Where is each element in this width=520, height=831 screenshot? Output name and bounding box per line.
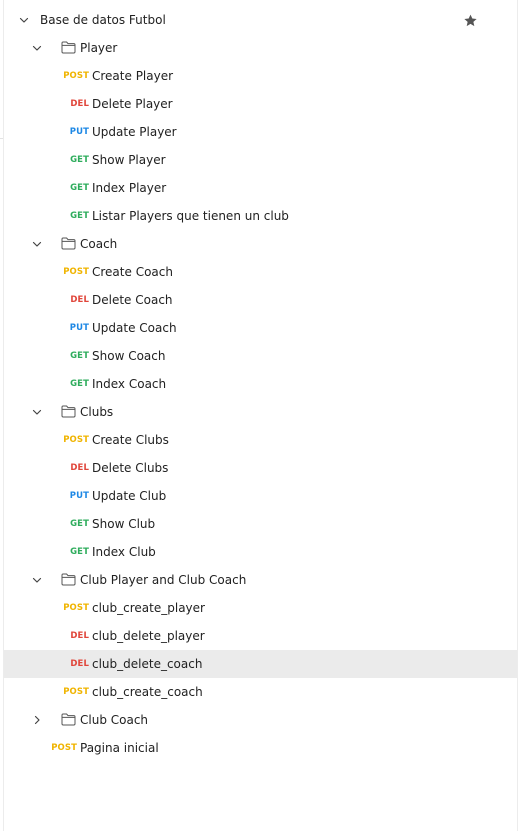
method-badge-put: PUT (69, 491, 89, 501)
folder-name: Club Coach (80, 713, 149, 727)
request-name: Index Coach (92, 377, 167, 391)
method-badge-post: POST (63, 267, 89, 277)
chevron-down-icon[interactable] (18, 14, 30, 26)
request-row-show-player[interactable]: GET Show Player (4, 146, 517, 174)
method-badge-delete: DEL (70, 631, 89, 641)
request-name: Index Club (92, 545, 156, 559)
chevron-down-icon[interactable] (31, 574, 43, 586)
chevron-right-icon[interactable] (31, 714, 43, 726)
request-row-delete-coach[interactable]: DEL Delete Coach (4, 286, 517, 314)
method-badge-put: PUT (69, 127, 89, 137)
request-name: Update Coach (92, 321, 177, 335)
request-row-update-coach[interactable]: PUT Update Coach (4, 314, 517, 342)
method-badge-post: POST (63, 687, 89, 697)
request-row-pagina-inicial[interactable]: POST Pagina inicial (4, 734, 517, 762)
request-name: Show Coach (92, 349, 166, 363)
request-row-listar-players-que-tienen-un-club[interactable]: GET Listar Players que tienen un club (4, 202, 517, 230)
collection-row[interactable]: Base de datos Futbol (4, 6, 517, 34)
request-row-show-club[interactable]: GET Show Club (4, 510, 517, 538)
request-name: Update Club (92, 489, 167, 503)
chevron-down-icon[interactable] (31, 238, 43, 250)
request-row-create-player[interactable]: POST Create Player (4, 62, 517, 90)
request-row-update-player[interactable]: PUT Update Player (4, 118, 517, 146)
request-row-club-delete-player[interactable]: DEL club_delete_player (4, 622, 517, 650)
request-row-club-create-player[interactable]: POST club_create_player (4, 594, 517, 622)
request-name: club_delete_player (92, 629, 205, 643)
folder-row-club-player-and-club-coach[interactable]: Club Player and Club Coach (4, 566, 517, 594)
request-name: club_create_coach (92, 685, 203, 699)
request-name: Update Player (92, 125, 177, 139)
method-badge-post: POST (63, 603, 89, 613)
folder-icon (61, 237, 76, 250)
method-badge-get: GET (70, 519, 89, 529)
request-name: Delete Coach (92, 293, 173, 307)
request-name: club_create_player (92, 601, 205, 615)
request-row-create-coach[interactable]: POST Create Coach (4, 258, 517, 286)
request-row-club-create-coach[interactable]: POST club_create_coach (4, 678, 517, 706)
folder-icon (61, 713, 76, 726)
request-name: Delete Clubs (92, 461, 169, 475)
folder-name: Club Player and Club Coach (80, 573, 247, 587)
request-name: Create Player (92, 69, 174, 83)
collection-name: Base de datos Futbol (40, 13, 166, 27)
request-name: Delete Player (92, 97, 173, 111)
folder-name: Player (80, 41, 118, 55)
request-row-show-coach[interactable]: GET Show Coach (4, 342, 517, 370)
method-badge-delete: DEL (70, 659, 89, 669)
method-badge-get: GET (70, 211, 89, 221)
request-name: Create Coach (92, 265, 173, 279)
request-row-club-delete-coach[interactable]: DEL club_delete_coach (4, 650, 517, 678)
request-name: Show Player (92, 153, 166, 167)
request-name: club_delete_coach (92, 657, 203, 671)
method-badge-get: GET (70, 183, 89, 193)
folder-name: Clubs (80, 405, 114, 419)
method-badge-delete: DEL (70, 463, 89, 473)
method-badge-get: GET (70, 155, 89, 165)
request-row-index-club[interactable]: GET Index Club (4, 538, 517, 566)
folder-icon (61, 573, 76, 586)
method-badge-delete: DEL (70, 295, 89, 305)
request-name: Index Player (92, 181, 167, 195)
chevron-down-icon[interactable] (31, 42, 43, 54)
method-badge-post: POST (51, 743, 77, 753)
folder-row-clubs[interactable]: Clubs (4, 398, 517, 426)
star-icon[interactable] (463, 13, 478, 28)
method-badge-put: PUT (69, 323, 89, 333)
request-name: Show Club (92, 517, 156, 531)
collection-sidebar: Base de datos Futbol Player POST Create Pl… (3, 0, 518, 831)
method-badge-delete: DEL (70, 99, 89, 109)
request-row-create-clubs[interactable]: POST Create Clubs (4, 426, 517, 454)
method-badge-get: GET (70, 547, 89, 557)
folder-row-club-coach[interactable]: Club Coach (4, 706, 517, 734)
request-name: Pagina inicial (80, 741, 159, 755)
method-badge-post: POST (63, 71, 89, 81)
method-badge-get: GET (70, 379, 89, 389)
request-name: Listar Players que tienen un club (92, 209, 289, 223)
request-row-delete-player[interactable]: DEL Delete Player (4, 90, 517, 118)
method-badge-get: GET (70, 351, 89, 361)
folder-row-player[interactable]: Player (4, 34, 517, 62)
request-row-update-club[interactable]: PUT Update Club (4, 482, 517, 510)
chevron-down-icon[interactable] (31, 406, 43, 418)
request-row-index-player[interactable]: GET Index Player (4, 174, 517, 202)
folder-name: Coach (80, 237, 118, 251)
folder-icon (61, 405, 76, 418)
request-name: Create Clubs (92, 433, 169, 447)
folder-icon (61, 41, 76, 54)
request-row-index-coach[interactable]: GET Index Coach (4, 370, 517, 398)
request-row-delete-clubs[interactable]: DEL Delete Clubs (4, 454, 517, 482)
method-badge-post: POST (63, 435, 89, 445)
folder-row-coach[interactable]: Coach (4, 230, 517, 258)
